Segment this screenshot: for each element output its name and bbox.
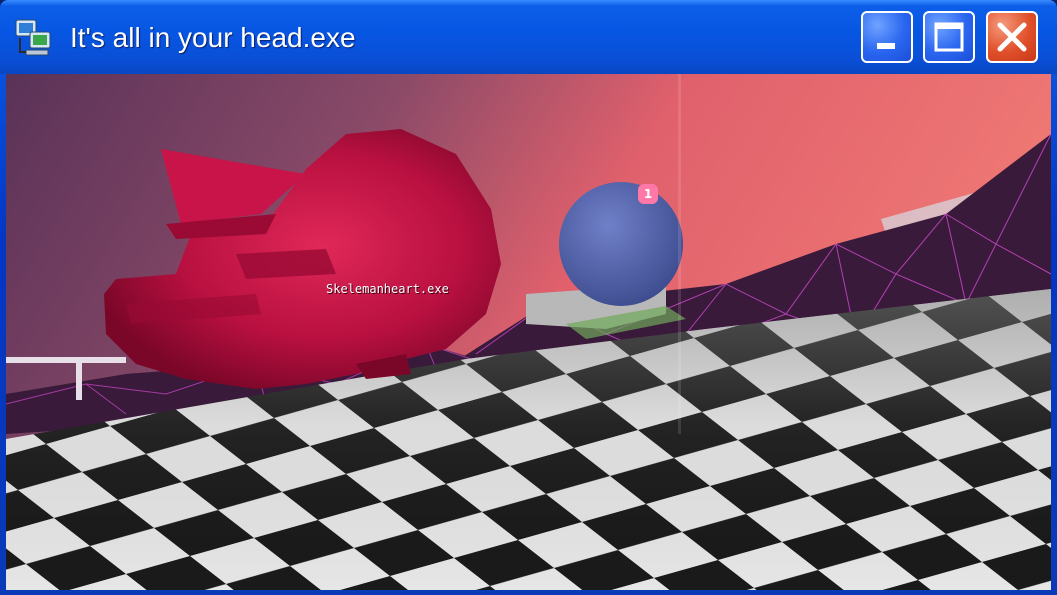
minimize-icon	[877, 43, 895, 49]
railing	[6, 357, 126, 363]
close-button[interactable]	[986, 11, 1038, 63]
computer-network-icon	[12, 18, 56, 58]
window-title: It's all in your head.exe	[70, 22, 356, 53]
blue-sphere	[559, 182, 683, 306]
close-icon	[997, 22, 1027, 52]
game-viewport[interactable]: Skelemanheart.exe 1	[6, 74, 1051, 590]
maximize-icon	[934, 22, 964, 52]
marker-badge: 1	[638, 184, 658, 204]
minimize-button[interactable]	[861, 11, 913, 63]
app-window: It's all in your head.exe Skelemanheart.…	[0, 0, 1057, 595]
object-label: Skelemanheart.exe	[326, 282, 449, 296]
game-scene	[6, 74, 1051, 590]
title-bar[interactable]: It's all in your head.exe	[0, 0, 1057, 74]
maximize-button[interactable]	[923, 11, 975, 63]
